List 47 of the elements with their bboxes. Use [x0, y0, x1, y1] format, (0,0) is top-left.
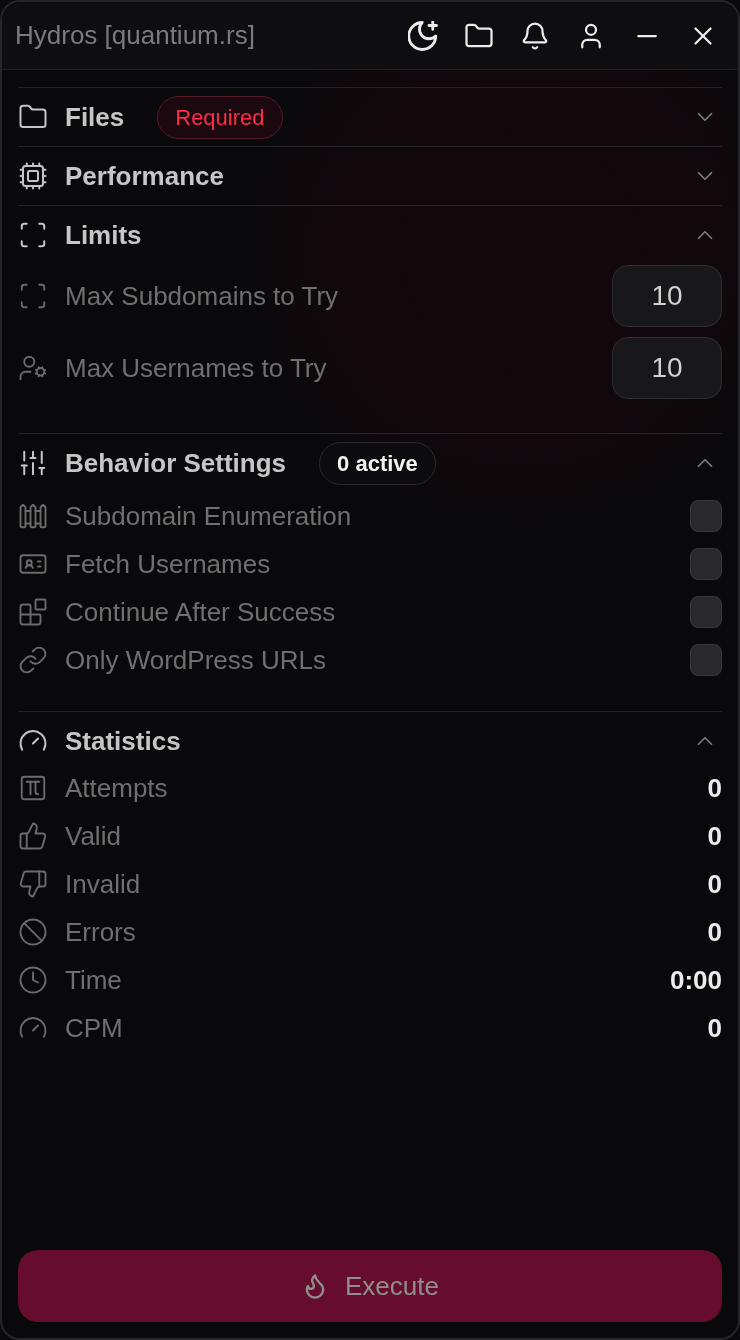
window-title: Hydros [quantium.rs] — [15, 19, 255, 52]
option-label: Only WordPress URLs — [65, 643, 328, 677]
checkbox[interactable] — [690, 596, 722, 628]
section-title[interactable]: Performance — [65, 156, 224, 196]
stat-value: 0 — [707, 915, 722, 949]
stat-label: Valid — [65, 819, 122, 853]
fence-icon — [18, 501, 48, 531]
stat-label: Time — [65, 963, 123, 997]
status-badge: 0 active — [319, 441, 436, 485]
stat-value: 0 — [707, 771, 722, 805]
checkbox[interactable] — [690, 644, 722, 676]
stat-value: 0 — [707, 819, 722, 853]
checkbox[interactable] — [690, 548, 722, 580]
stat-label: Errors — [65, 915, 137, 949]
clock-icon — [18, 965, 48, 995]
option-label: Continue After Success — [65, 595, 337, 629]
setting-label: Max Usernames to Try — [65, 351, 328, 385]
chip-icon — [18, 161, 48, 191]
section-title[interactable]: Limits — [65, 215, 142, 255]
setting-label: Max Subdomains to Try — [65, 279, 340, 313]
scan-frame-icon — [18, 220, 48, 250]
checkbox[interactable] — [690, 500, 722, 532]
prohibition-icon — [18, 917, 48, 947]
moon-plus-icon[interactable] — [408, 20, 438, 51]
option-label: Fetch Usernames — [65, 547, 272, 581]
stat-value: 0 — [707, 867, 722, 901]
section-title[interactable]: Files — [65, 97, 125, 137]
section-title[interactable]: Statistics — [65, 721, 181, 761]
section-title[interactable]: Behavior Settings — [65, 443, 287, 483]
pi-icon — [18, 773, 48, 803]
link-icon — [18, 645, 48, 675]
blocks-icon — [18, 597, 48, 627]
status-badge: Required — [157, 95, 283, 139]
stat-label: CPM — [65, 1011, 124, 1045]
stat-value: 0 — [707, 1011, 722, 1045]
sliders-icon — [18, 448, 48, 478]
stat-label: Invalid — [65, 867, 142, 901]
number-field[interactable]: 10 — [612, 337, 722, 399]
stat-label: Attempts — [65, 771, 169, 805]
thumbs-down-icon — [18, 869, 48, 899]
stat-value: 0:00 — [669, 963, 722, 997]
user-gear-icon — [18, 353, 48, 383]
notification-icon[interactable] — [520, 20, 550, 51]
scan-frame-icon — [18, 281, 48, 311]
thumbs-up-icon — [18, 821, 48, 851]
number-field[interactable]: 10 — [612, 265, 722, 327]
option-label: Subdomain Enumeration — [65, 499, 353, 533]
